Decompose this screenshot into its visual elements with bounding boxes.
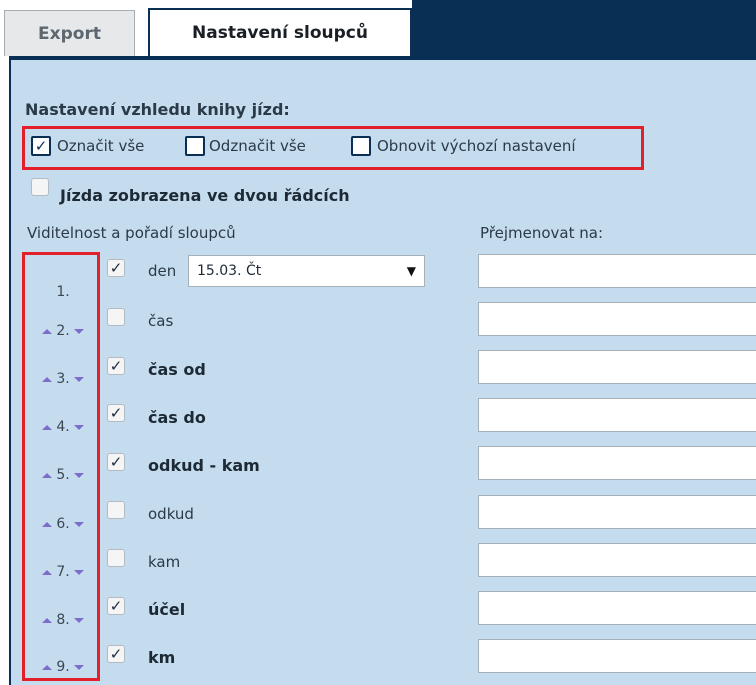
move-up-icon[interactable] — [42, 424, 53, 430]
order-controls: 5. — [30, 465, 96, 485]
rename-input-den[interactable] — [478, 254, 756, 288]
move-down-icon[interactable] — [73, 472, 84, 478]
rename-input-cas[interactable] — [478, 302, 756, 336]
rename-input-cas-do[interactable] — [478, 398, 756, 432]
date-select[interactable]: 15.03. Čt ▼ — [188, 255, 425, 287]
rename-input-cas-od[interactable] — [478, 350, 756, 384]
move-up-icon[interactable] — [42, 328, 53, 334]
move-up-icon[interactable] — [42, 472, 53, 478]
move-up-icon[interactable] — [42, 664, 53, 670]
select-all-label[interactable]: Označit vše — [57, 137, 144, 155]
two-rows-label: Jízda zobrazena ve dvou řádcích — [60, 186, 350, 205]
column-checkbox-cas-od[interactable]: ✓ — [107, 357, 125, 375]
rename-input-odkud[interactable] — [478, 495, 756, 529]
visibility-header: Viditelnost a pořadí sloupců — [27, 224, 236, 242]
column-checkbox-ucel[interactable]: ✓ — [107, 597, 125, 615]
deselect-all-checkbox[interactable] — [185, 136, 205, 156]
move-down-icon[interactable] — [73, 521, 84, 527]
move-down-icon[interactable] — [73, 569, 84, 575]
move-up-icon[interactable] — [42, 521, 53, 527]
rename-input-kam[interactable] — [478, 543, 756, 577]
column-label-cas-od: čas od — [148, 360, 206, 379]
move-up-icon[interactable] — [42, 617, 53, 623]
restore-default-label[interactable]: Obnovit výchozí nastavení — [377, 137, 576, 155]
order-controls: 3. — [30, 369, 96, 389]
rename-input-km[interactable] — [478, 639, 756, 673]
rename-input-ucel[interactable] — [478, 591, 756, 625]
column-checkbox-cas-do[interactable]: ✓ — [107, 404, 125, 422]
rename-input-odkud-kam[interactable] — [478, 446, 756, 480]
column-label-cas-do: čas do — [148, 408, 206, 427]
order-controls: 2. — [30, 321, 96, 341]
column-checkbox-odkud-kam[interactable]: ✓ — [107, 453, 125, 471]
move-down-icon[interactable] — [73, 328, 84, 334]
tab-column-settings[interactable]: Nastavení sloupců — [148, 8, 412, 56]
chevron-down-icon: ▼ — [406, 264, 416, 278]
date-select-value: 15.03. Čt — [197, 263, 262, 279]
order-controls: 6. — [30, 514, 96, 534]
section-title: Nastavení vzhledu knihy jízd: — [25, 100, 290, 119]
tab-export[interactable]: Export — [4, 10, 135, 56]
column-label-odkud-kam: odkud - kam — [148, 456, 260, 475]
move-down-icon[interactable] — [73, 376, 84, 382]
move-up-icon[interactable] — [42, 569, 53, 575]
order-controls: 9. — [30, 657, 96, 677]
column-checkbox-km[interactable]: ✓ — [107, 645, 125, 663]
column-checkbox-kam[interactable] — [107, 549, 125, 567]
move-down-icon[interactable] — [73, 424, 84, 430]
deselect-all-label[interactable]: Odznačit vše — [209, 137, 306, 155]
order-number: 1. — [56, 284, 70, 300]
order-controls: 8. — [30, 610, 96, 630]
tab-strip: Export Nastavení sloupců — [0, 0, 756, 56]
order-controls: 4. — [30, 417, 96, 437]
column-label-den: den — [148, 262, 177, 280]
move-down-icon[interactable] — [73, 617, 84, 623]
column-checkbox-odkud[interactable] — [107, 501, 125, 519]
move-down-icon[interactable] — [73, 664, 84, 670]
select-all-checkbox[interactable]: ✓ — [31, 136, 51, 156]
tab-bar-background — [412, 0, 756, 56]
column-label-cas: čas — [148, 312, 174, 330]
column-checkbox-cas[interactable] — [107, 308, 125, 326]
move-up-icon[interactable] — [42, 376, 53, 382]
column-checkbox-den[interactable]: ✓ — [107, 259, 125, 277]
two-rows-checkbox[interactable] — [31, 178, 49, 196]
column-label-odkud: odkud — [148, 505, 194, 523]
order-controls: 7. — [30, 562, 96, 582]
rename-header: Přejmenovat na: — [480, 224, 604, 242]
column-label-kam: kam — [148, 553, 181, 571]
column-label-ucel: účel — [148, 600, 186, 619]
column-label-km: km — [148, 648, 176, 667]
restore-default-checkbox[interactable] — [351, 136, 371, 156]
